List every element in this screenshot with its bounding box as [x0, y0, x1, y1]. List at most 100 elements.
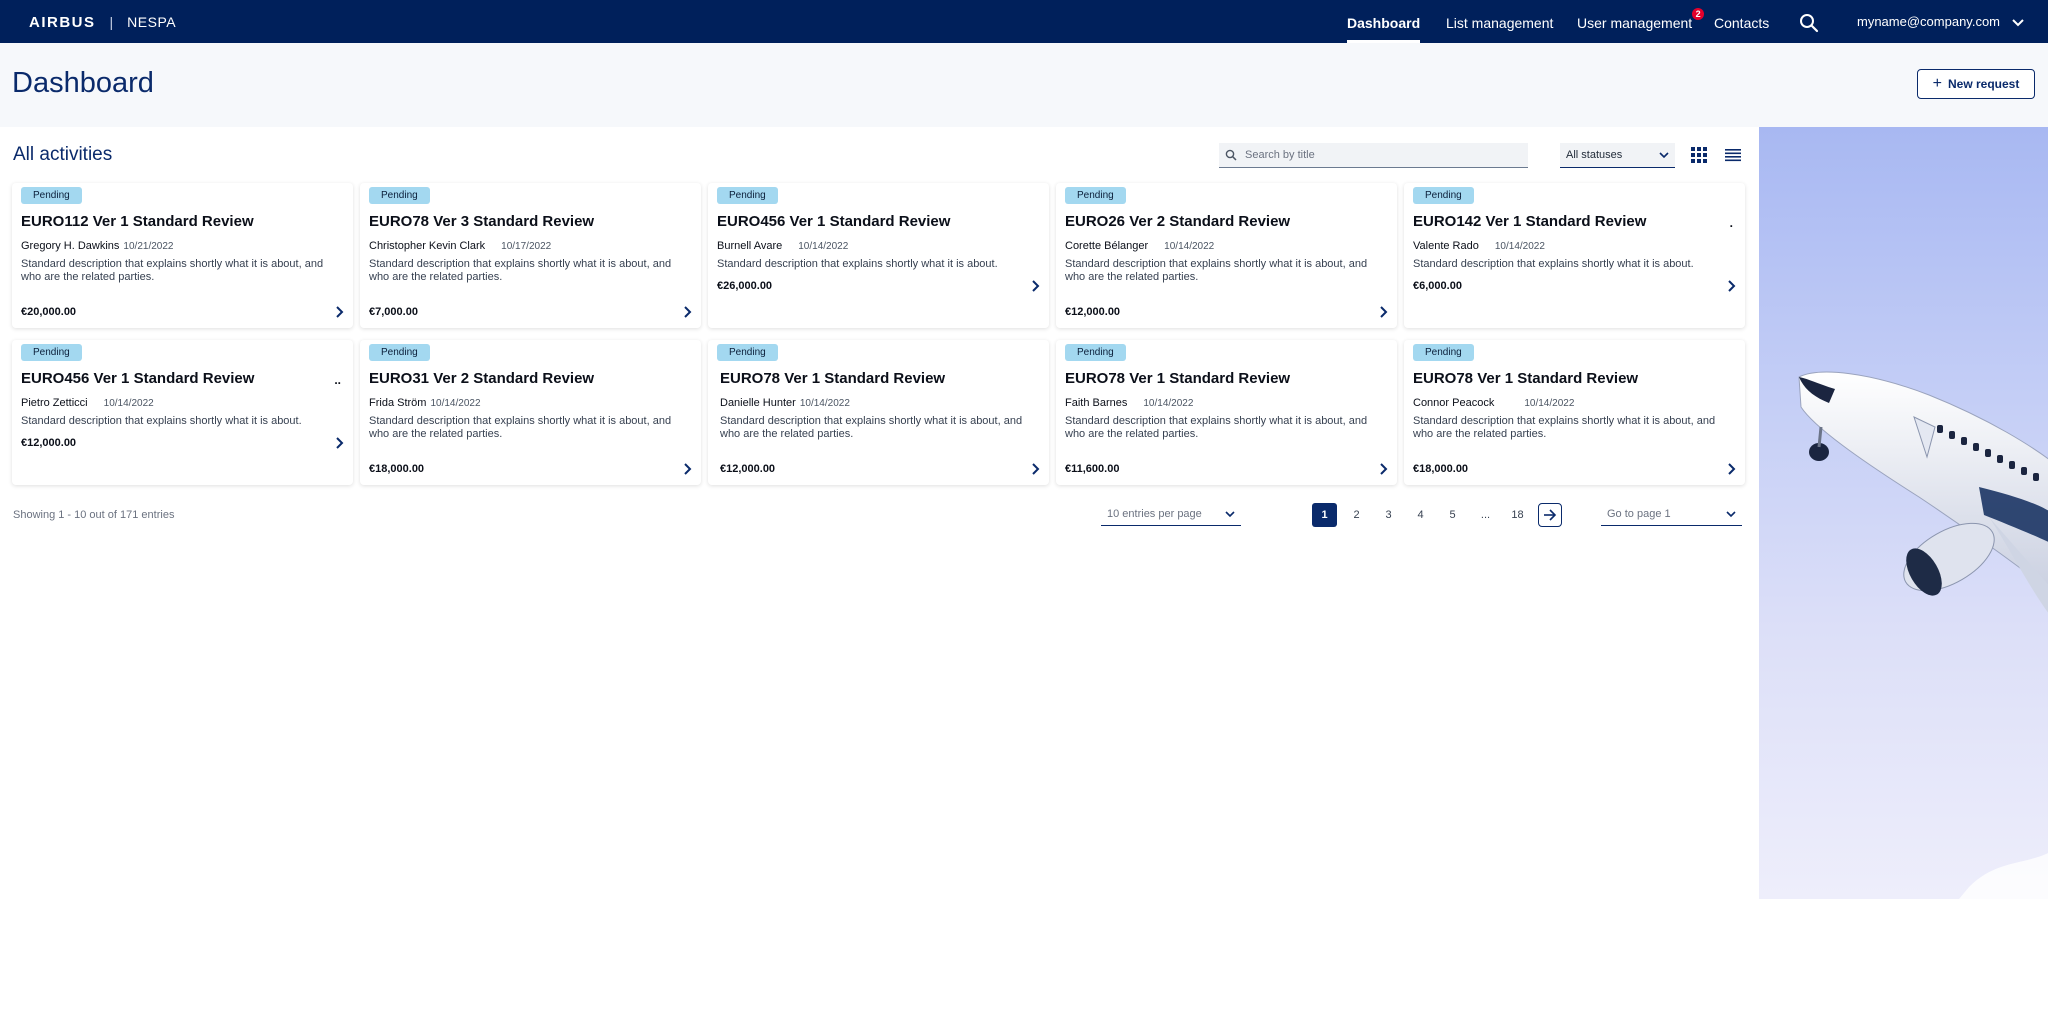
card-date: 10/14/2022 — [1494, 241, 1545, 252]
page-title: Dashboard — [12, 67, 154, 99]
chevron-down-icon — [1225, 510, 1235, 517]
card-description: Standard description that explains short… — [1413, 415, 1716, 440]
chevron-right-icon[interactable] — [1727, 462, 1737, 475]
status-badge: Pending — [717, 187, 778, 204]
chevron-right-icon[interactable] — [335, 436, 345, 449]
activity-cards-grid: Pending EURO112 Ver 1 Standard Review Gr… — [12, 183, 1745, 485]
card-amount: €7,000.00 — [369, 306, 418, 318]
status-badge: Pending — [21, 344, 82, 361]
card-description: Standard description that explains short… — [21, 415, 302, 427]
user-menu[interactable]: myname@company.com — [1857, 0, 2024, 43]
search-icon — [1225, 149, 1237, 161]
page-3[interactable]: 3 — [1376, 503, 1401, 527]
go-to-page-select[interactable]: Go to page 1 — [1601, 503, 1742, 526]
card-meta: Christopher Kevin Clark 10/17/2022 — [369, 240, 551, 252]
chevron-right-icon[interactable] — [1379, 305, 1389, 318]
new-request-button[interactable]: + New request — [1917, 69, 2035, 99]
card-menu-icon[interactable]: . — [1730, 216, 1733, 230]
status-filter-value: All statuses — [1566, 149, 1623, 161]
search-input[interactable] — [1245, 149, 1515, 161]
brand[interactable]: AIRBUS | NESPA — [29, 12, 176, 32]
chevron-right-icon[interactable] — [683, 462, 693, 475]
chevron-down-icon — [1659, 151, 1669, 158]
arrow-right-icon — [1544, 509, 1557, 521]
activity-card[interactable]: Pending EURO31 Ver 2 Standard Review Fri… — [360, 340, 701, 485]
activity-card[interactable]: Pending EURO26 Ver 2 Standard Review Cor… — [1056, 183, 1397, 328]
status-filter-select[interactable]: All statuses — [1560, 143, 1675, 168]
card-menu-icon[interactable]: .. — [334, 373, 341, 387]
card-meta: Frida Ström 10/14/2022 — [369, 397, 481, 409]
card-title: EURO112 Ver 1 Standard Review — [21, 213, 254, 230]
activity-card[interactable]: Pending EURO78 Ver 1 Standard Review Fai… — [1056, 340, 1397, 485]
card-person: Valente Rado — [1413, 240, 1479, 252]
card-meta: Valente Rado 10/14/2022 — [1413, 240, 1545, 252]
go-to-page-value: Go to page 1 — [1607, 508, 1671, 520]
activity-card[interactable]: Pending EURO112 Ver 1 Standard Review Gr… — [12, 183, 353, 328]
new-request-label: New request — [1947, 77, 2020, 91]
card-description: Standard description that explains short… — [1413, 258, 1694, 270]
card-date: 10/14/2022 — [1164, 241, 1215, 252]
card-date: 10/14/2022 — [103, 398, 154, 409]
status-badge: Pending — [369, 344, 430, 361]
section-title: All activities — [13, 144, 113, 165]
page-5[interactable]: 5 — [1440, 503, 1465, 527]
user-email: myname@company.com — [1857, 13, 2000, 29]
card-description: Standard description that explains short… — [1065, 258, 1368, 283]
card-amount: €12,000.00 — [21, 437, 77, 449]
card-amount: €18,000.00 — [1413, 463, 1469, 475]
card-meta: Faith Barnes 10/14/2022 — [1065, 397, 1193, 409]
next-page-button[interactable] — [1538, 503, 1562, 527]
page-18[interactable]: 18 — [1505, 503, 1530, 527]
card-title: EURO142 Ver 1 Standard Review — [1413, 213, 1647, 230]
card-description: Standard description that explains short… — [369, 415, 672, 440]
card-person: Connor Peacock — [1413, 397, 1495, 409]
card-amount: €12,000.00 — [1065, 306, 1121, 318]
plus-icon: + — [1932, 75, 1942, 92]
top-navbar: AIRBUS | NESPA Dashboard List management… — [0, 0, 2048, 43]
card-meta: Connor Peacock 10/14/2022 — [1413, 397, 1574, 409]
chevron-right-icon[interactable] — [1727, 279, 1737, 292]
card-title: EURO78 Ver 3 Standard Review — [369, 213, 595, 230]
chevron-right-icon[interactable] — [1031, 279, 1041, 292]
list-view-icon[interactable] — [1724, 146, 1742, 164]
search-icon[interactable] — [1799, 13, 1819, 33]
grid-view-icon[interactable] — [1690, 146, 1708, 164]
page-1[interactable]: 1 — [1312, 503, 1337, 527]
card-amount: €20,000.00 — [21, 306, 77, 318]
card-person: Christopher Kevin Clark — [369, 240, 486, 252]
status-badge: Pending — [1413, 187, 1474, 204]
card-amount: €11,600.00 — [1065, 463, 1120, 475]
page-2[interactable]: 2 — [1344, 503, 1369, 527]
page-4[interactable]: 4 — [1408, 503, 1433, 527]
card-description: Standard description that explains short… — [717, 258, 998, 270]
status-badge: Pending — [1065, 187, 1126, 204]
entries-summary: Showing 1 - 10 out of 171 entries — [13, 509, 175, 521]
chevron-right-icon[interactable] — [1379, 462, 1389, 475]
chevron-right-icon[interactable] — [1031, 462, 1041, 475]
activity-card[interactable]: Pending EURO142 Ver 1 Standard Review . … — [1404, 183, 1745, 328]
card-date: 10/17/2022 — [501, 241, 552, 252]
card-meta: Burnell Avare 10/14/2022 — [717, 240, 848, 252]
nav-dashboard[interactable]: Dashboard — [1347, 0, 1421, 43]
chevron-right-icon[interactable] — [335, 305, 345, 318]
activity-card[interactable]: Pending EURO78 Ver 1 Standard Review Dan… — [708, 340, 1049, 485]
card-description: Standard description that explains short… — [720, 415, 1023, 440]
card-amount: €26,000.00 — [717, 280, 773, 292]
nav-list-management[interactable]: List management — [1446, 0, 1553, 43]
entries-per-page-select[interactable]: 10 entries per page — [1101, 503, 1241, 526]
card-amount: €6,000.00 — [1413, 280, 1462, 292]
activity-card[interactable]: Pending EURO456 Ver 1 Standard Review Bu… — [708, 183, 1049, 328]
status-badge: Pending — [1413, 344, 1474, 361]
nav-user-management[interactable]: User management 2 — [1577, 0, 1705, 43]
activity-card[interactable]: Pending EURO456 Ver 1 Standard Review ..… — [12, 340, 353, 485]
activity-card[interactable]: Pending EURO78 Ver 3 Standard Review Chr… — [360, 183, 701, 328]
chevron-right-icon[interactable] — [683, 305, 693, 318]
nav-contacts[interactable]: Contacts — [1714, 0, 1769, 43]
search-field[interactable] — [1219, 143, 1528, 168]
chevron-down-icon — [2012, 0, 2024, 46]
nav-user-management-label: User management — [1577, 15, 1693, 31]
card-date: 10/14/2022 — [430, 398, 481, 409]
card-person: Frida Ström — [369, 397, 427, 409]
activity-card[interactable]: Pending EURO78 Ver 1 Standard Review Con… — [1404, 340, 1745, 485]
card-date: 10/14/2022 — [798, 241, 849, 252]
